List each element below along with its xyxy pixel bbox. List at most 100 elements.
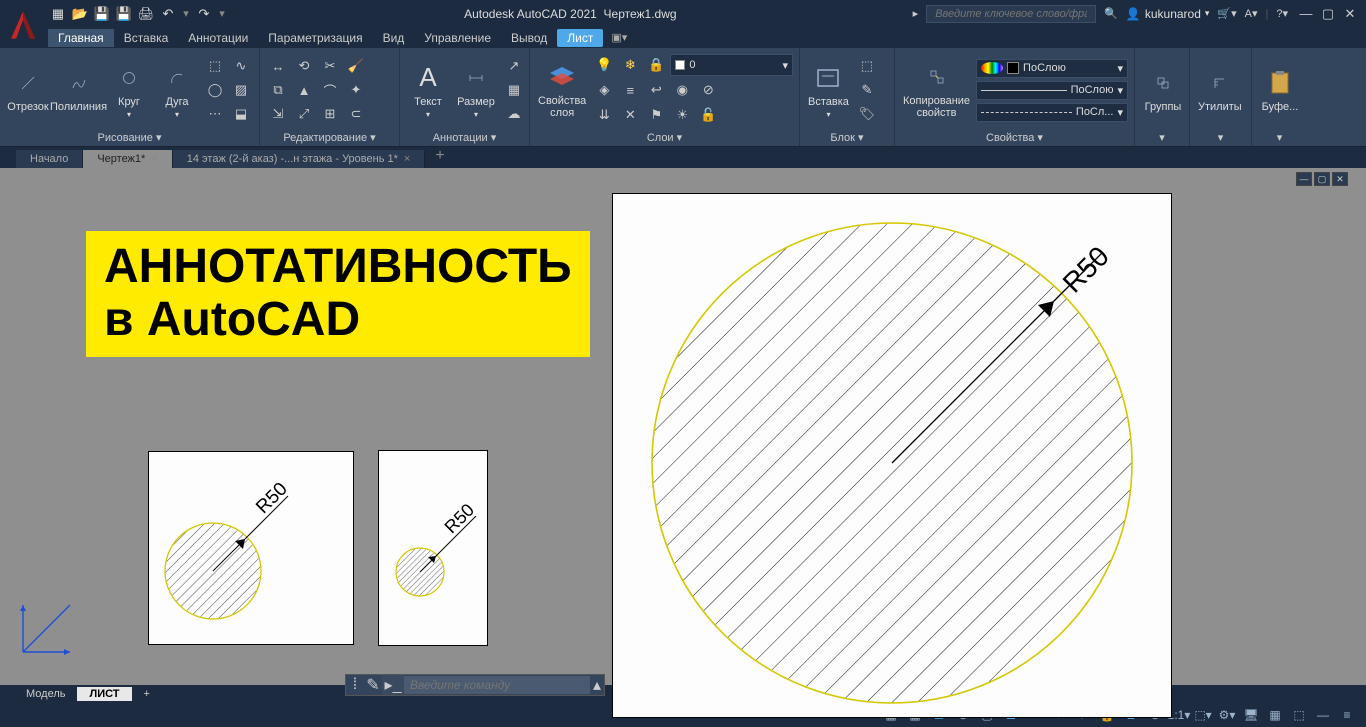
layer-freeze-icon[interactable]: ❄ <box>618 54 642 76</box>
tab-layout[interactable]: Лист <box>557 29 603 47</box>
tab-manage[interactable]: Управление <box>414 29 501 47</box>
utils-panel-label[interactable]: ▾ <box>1196 129 1245 146</box>
infocenter-play-icon[interactable]: ▸ <box>913 7 919 20</box>
file-tab-start[interactable]: Начало <box>16 150 83 168</box>
fillet-icon[interactable]: ⌒ <box>318 79 342 101</box>
tab-annotate[interactable]: Аннотации <box>178 29 258 47</box>
open-icon[interactable]: 📂 <box>70 4 90 24</box>
rect-icon[interactable]: ⬚ <box>203 55 227 77</box>
undo-icon[interactable]: ↶ <box>158 4 178 24</box>
app-switch-icon[interactable]: Α▾ <box>1245 7 1258 20</box>
region-icon[interactable]: ⬓ <box>229 103 253 125</box>
linetype-selector[interactable]: ПоСл...▾ <box>976 103 1128 122</box>
insert-button[interactable]: Вставка▾ <box>806 60 851 121</box>
block-panel-label[interactable]: Блок ▾ <box>806 129 888 146</box>
search-icon[interactable]: 🔍 <box>1104 7 1118 20</box>
groups-button[interactable]: Группы <box>1141 65 1185 115</box>
tab-parametric[interactable]: Параметризация <box>258 29 372 47</box>
tab-view[interactable]: Вид <box>373 29 415 47</box>
saveas-icon[interactable]: 💾 <box>114 4 134 24</box>
drawing-canvas[interactable]: — ▢ ✕ R50 R50 R50 АННОТАТИВНОСТЬ в AutoC… <box>0 168 1366 685</box>
file-tab-current[interactable]: Чертеж1*× <box>83 150 172 168</box>
command-input[interactable] <box>404 676 590 694</box>
vp-close-icon[interactable]: ✕ <box>1332 172 1348 186</box>
layer-walk-icon[interactable]: ◉ <box>670 79 694 101</box>
line-button[interactable]: Отрезок <box>6 65 50 115</box>
sb-customize-icon[interactable]: ≡ <box>1336 705 1358 725</box>
layout-tab-model[interactable]: Модель <box>14 687 77 701</box>
match-props-button[interactable]: Копирование свойств <box>901 59 972 121</box>
close-icon[interactable]: × <box>151 153 157 165</box>
layer-selector[interactable]: 0▾ <box>670 54 793 76</box>
stretch-icon[interactable]: ⇲ <box>266 103 290 125</box>
layer-state-icon[interactable]: ⚑ <box>644 104 668 126</box>
file-tab-other[interactable]: 14 этаж (2-й аказ) -...н этажа - Уровень… <box>173 150 426 168</box>
groups-panel-label[interactable]: ▾ <box>1141 129 1183 146</box>
tab-focus-icon[interactable]: ▣▾ <box>611 31 627 44</box>
tab-insert[interactable]: Вставка <box>114 29 179 47</box>
text-button[interactable]: AТекст▾ <box>406 60 450 121</box>
mirror-icon[interactable]: ▲ <box>292 79 316 101</box>
trim-icon[interactable]: ✂ <box>318 55 342 77</box>
layout-tab-sheet[interactable]: ЛИСТ <box>77 687 131 701</box>
lineweight-selector[interactable]: ПоСлою▾ <box>976 81 1128 100</box>
block-create-icon[interactable]: ⬚ <box>855 55 879 77</box>
sb-clean-icon[interactable]: — <box>1312 705 1334 725</box>
sb-units-icon[interactable]: ⬚ <box>1288 705 1310 725</box>
edit-panel-label[interactable]: Редактирование ▾ <box>266 129 393 146</box>
polyline-button[interactable]: Полилиния <box>54 65 103 115</box>
command-line[interactable]: ⁞ ✎ ▸_ ▴ <box>345 674 605 696</box>
help-icon[interactable]: ?▾ <box>1276 7 1288 20</box>
sb-scale2-icon[interactable]: ⬚▾ <box>1192 705 1214 725</box>
vp-max-icon[interactable]: ▢ <box>1314 172 1330 186</box>
layer-unlock-icon[interactable]: 🔓 <box>696 104 720 126</box>
utils-button[interactable]: Утилиты <box>1196 65 1244 115</box>
ellipse-icon[interactable]: ◯ <box>203 79 227 101</box>
user-menu[interactable]: 👤 kukunarod ▾ <box>1126 7 1210 21</box>
close-button[interactable]: ✕ <box>1340 4 1360 24</box>
save-icon[interactable]: 💾 <box>92 4 112 24</box>
cmd-customize-icon[interactable]: ✎ <box>364 675 382 695</box>
layer-thaw-icon[interactable]: ☀ <box>670 104 694 126</box>
minimize-button[interactable]: — <box>1296 4 1316 24</box>
layer-on-icon[interactable]: 💡 <box>592 54 616 76</box>
cart-icon[interactable]: 🛒▾ <box>1217 7 1236 20</box>
close-icon[interactable]: × <box>404 153 410 165</box>
new-tab-button[interactable]: + <box>425 144 454 168</box>
table-icon[interactable]: ▦ <box>502 79 526 101</box>
new-icon[interactable]: ▦ <box>48 4 68 24</box>
block-edit-icon[interactable]: ✎ <box>855 79 879 101</box>
draw-panel-label[interactable]: Рисование ▾ <box>6 129 253 146</box>
layer-prev-icon[interactable]: ↩ <box>644 79 668 101</box>
clip-panel-label[interactable]: ▾ <box>1258 129 1301 146</box>
props-panel-label[interactable]: Свойства ▾ <box>901 129 1128 146</box>
rotate-icon[interactable]: ⟲ <box>292 55 316 77</box>
search-input[interactable] <box>926 5 1096 23</box>
copy-icon[interactable]: ⧉ <box>266 79 290 101</box>
move-icon[interactable]: ↔ <box>266 55 290 77</box>
spline-icon[interactable]: ∿ <box>229 55 253 77</box>
anno-panel-label[interactable]: Аннотации ▾ <box>406 129 523 146</box>
app-logo[interactable] <box>3 3 43 47</box>
layer-panel-label[interactable]: Слои ▾ <box>536 129 793 146</box>
explode-icon[interactable]: ✦ <box>344 79 368 101</box>
color-selector[interactable]: ПоСлою▾ <box>976 59 1128 78</box>
qat-dropdown-icon[interactable]: ▾ <box>180 7 192 20</box>
dim-button[interactable]: Размер▾ <box>454 60 498 121</box>
print-icon[interactable]: 🖨 <box>136 4 156 24</box>
vp-min-icon[interactable]: — <box>1296 172 1312 186</box>
maximize-button[interactable]: ▢ <box>1318 4 1338 24</box>
sb-ws-icon[interactable]: ⚙▾ <box>1216 705 1238 725</box>
cmd-handle-icon[interactable]: ⁞ <box>346 676 364 694</box>
scale-icon[interactable]: ⤢ <box>292 103 316 125</box>
layout-tab-add[interactable]: + <box>132 687 162 701</box>
qat-more-icon[interactable]: ▾ <box>216 7 228 20</box>
block-attr-icon[interactable]: 🏷 <box>855 103 879 125</box>
hatch-icon[interactable]: ▨ <box>229 79 253 101</box>
sb-monitor-icon[interactable]: 🖥 <box>1240 705 1262 725</box>
cmd-expand-icon[interactable]: ▴ <box>590 675 604 695</box>
layer-off-icon[interactable]: ⊘ <box>696 79 720 101</box>
arc-button[interactable]: Дуга▾ <box>155 60 199 121</box>
tab-output[interactable]: Вывод <box>501 29 557 47</box>
layer-match-icon[interactable]: ≡ <box>618 79 642 101</box>
